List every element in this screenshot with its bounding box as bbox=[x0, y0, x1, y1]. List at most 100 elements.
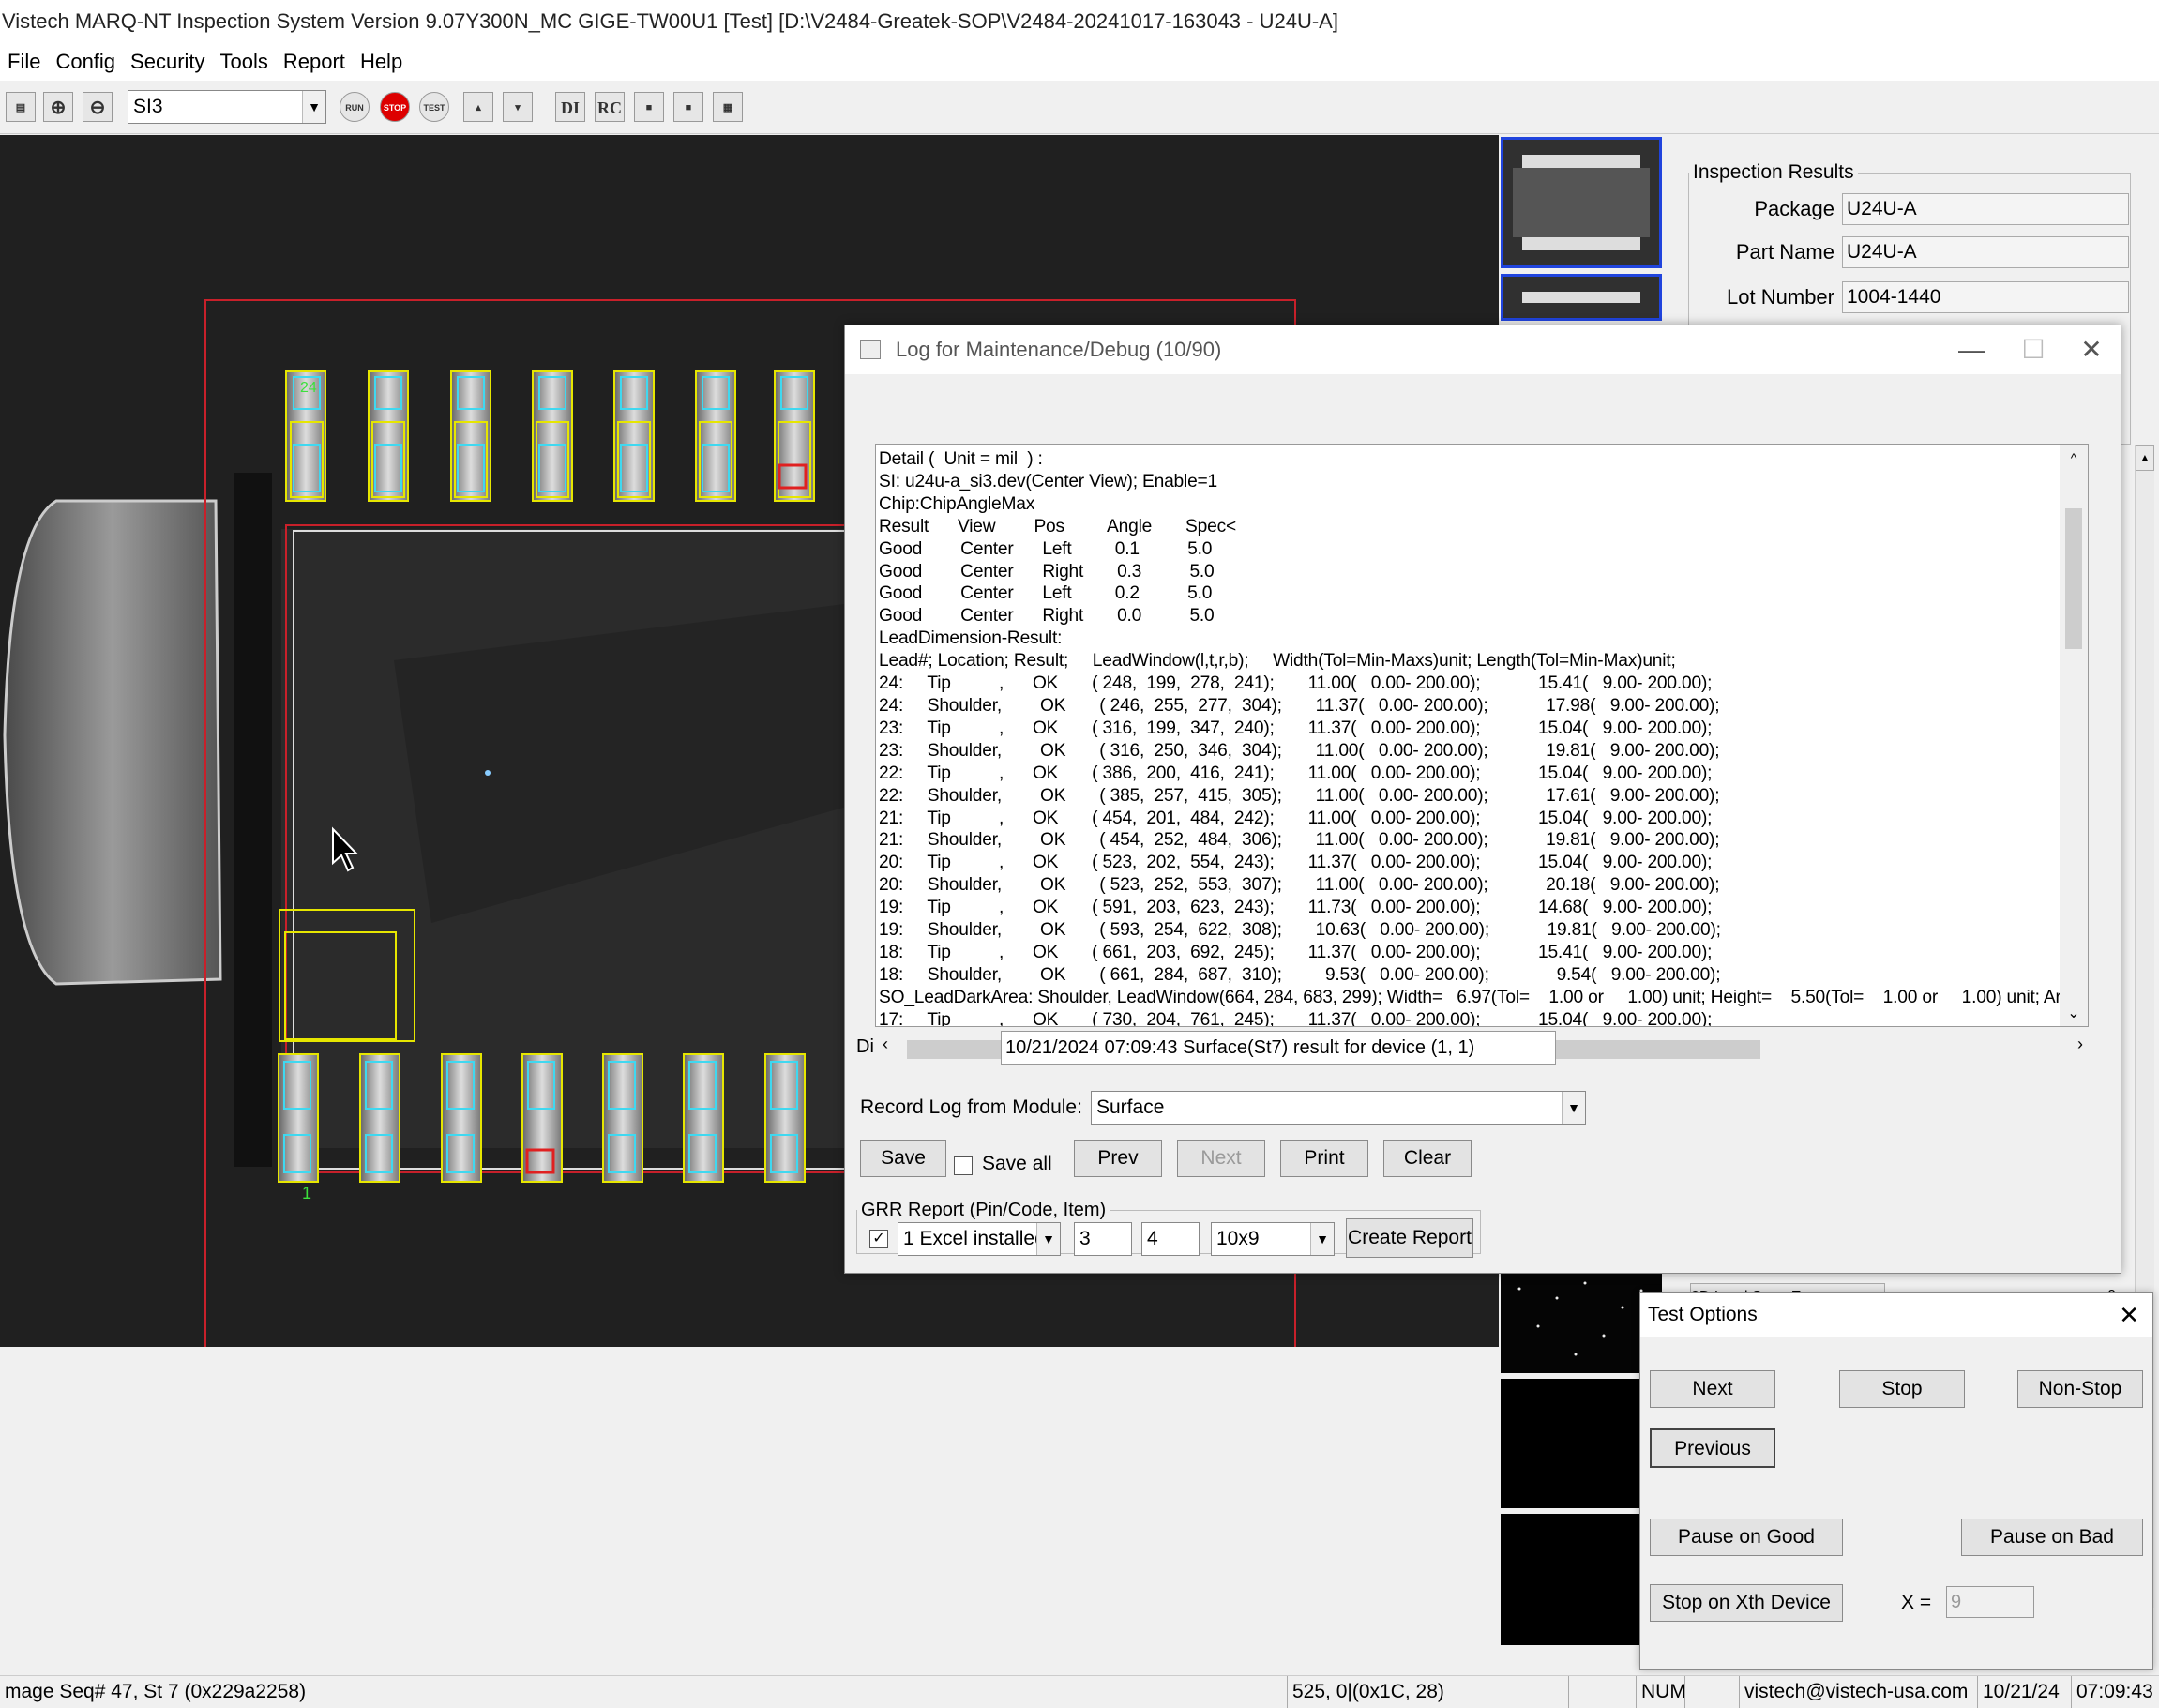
grr-pin-field[interactable]: 3 bbox=[1074, 1222, 1132, 1256]
log-title: Log for Maintenance/Debug (10/90) bbox=[896, 338, 1222, 361]
status-seq: mage Seq# 47, St 7 (0x229a2258) bbox=[5, 1681, 307, 1702]
log-text-area[interactable]: Detail ( Unit = mil ) : SI: u24u-a_si3.d… bbox=[875, 444, 2089, 1027]
status-email: vistech@vistech-usa.com bbox=[1739, 1676, 1977, 1708]
excel-select[interactable]: 1 Excel installed ▼ bbox=[898, 1222, 1061, 1256]
test-next-button[interactable]: Next bbox=[1650, 1370, 1775, 1408]
hscroll-prefix: Di bbox=[856, 1036, 874, 1057]
record-module-value: Surface bbox=[1096, 1096, 1165, 1118]
status-num: NUM bbox=[1636, 1676, 1686, 1708]
save-all-checkbox[interactable] bbox=[954, 1156, 973, 1175]
calibrate-icon[interactable]: ▦ bbox=[713, 92, 743, 122]
run-icon[interactable]: RUN bbox=[340, 92, 370, 122]
pause-on-good-button[interactable]: Pause on Good bbox=[1650, 1519, 1843, 1556]
log-lines: Detail ( Unit = mil ) : SI: u24u-a_si3.d… bbox=[879, 449, 2072, 1027]
test-stop-button[interactable]: Stop bbox=[1839, 1370, 1965, 1408]
zoom-in-icon[interactable]: ⊕ bbox=[43, 92, 73, 122]
load-icon[interactable]: ▴ bbox=[463, 92, 493, 122]
lead-label-bottom: 1 bbox=[302, 1184, 311, 1202]
log-scroll-thumb[interactable] bbox=[2065, 508, 2082, 649]
scroll-up-icon[interactable]: ^ bbox=[2060, 450, 2088, 465]
zoom-out-icon[interactable]: ⊖ bbox=[83, 92, 113, 122]
scroll-up-icon[interactable]: ▲ bbox=[2136, 445, 2154, 471]
status-empty-2 bbox=[1684, 1676, 1739, 1708]
image-background bbox=[0, 1347, 1501, 1675]
save-all-label: Save all bbox=[982, 1153, 1052, 1174]
print-button[interactable]: Print bbox=[1280, 1140, 1368, 1177]
prev-button[interactable]: Prev bbox=[1074, 1140, 1162, 1177]
x-value-field[interactable]: 9 bbox=[1946, 1586, 2034, 1618]
lead-label-top: 24 bbox=[300, 380, 317, 396]
create-report-button[interactable]: Create Report bbox=[1346, 1218, 1473, 1258]
thumbnail-4[interactable] bbox=[1501, 1379, 1662, 1508]
x-label: X = bbox=[1901, 1592, 1932, 1613]
view-icon[interactable]: ■ bbox=[634, 92, 664, 122]
scroll-down-icon[interactable]: ⌄ bbox=[2060, 1004, 2088, 1022]
open-icon[interactable]: ▤ bbox=[6, 92, 36, 122]
log-window: Log for Maintenance/Debug (10/90) — ☐ ✕ … bbox=[844, 325, 2121, 1274]
chevron-down-icon: ▼ bbox=[1036, 1223, 1060, 1255]
record-log-label: Record Log from Module: bbox=[860, 1096, 1082, 1118]
stop-icon[interactable]: STOP bbox=[380, 92, 410, 122]
maximize-icon[interactable]: ☐ bbox=[2000, 325, 2066, 374]
lot-number-field: 1004-1440 bbox=[1842, 281, 2129, 313]
test-nonstop-button[interactable]: Non-Stop bbox=[2017, 1370, 2143, 1408]
test-icon[interactable]: TEST bbox=[419, 92, 449, 122]
status-coords: 525, 0|(0x1C, 28) bbox=[1287, 1676, 1568, 1708]
scroll-right-icon[interactable]: › bbox=[2077, 1035, 2083, 1054]
thumbnail-1[interactable] bbox=[1501, 137, 1662, 268]
window-title: Vistech MARQ-NT Inspection System Versio… bbox=[0, 0, 2159, 43]
log-vertical-scrollbar[interactable]: ^ ⌄ bbox=[2060, 445, 2088, 1026]
next-button[interactable]: Next bbox=[1177, 1140, 1265, 1177]
lot-number-label: Lot Number bbox=[1727, 285, 1834, 309]
menu-help[interactable]: Help bbox=[353, 43, 410, 81]
thumbnail-3[interactable] bbox=[1501, 1270, 1662, 1373]
test-previous-button[interactable]: Previous bbox=[1650, 1428, 1775, 1468]
scroll-left-icon[interactable]: ‹ bbox=[883, 1035, 888, 1054]
rc-icon[interactable]: RC bbox=[595, 92, 625, 122]
package-label: Package bbox=[1754, 197, 1834, 220]
test-options-title: Test Options bbox=[1648, 1304, 1758, 1325]
station-select[interactable]: SI3 ▼ bbox=[128, 90, 326, 124]
menu-tools[interactable]: Tools bbox=[213, 43, 276, 81]
log-tooltip: 10/21/2024 07:09:43 Surface(St7) result … bbox=[1001, 1031, 1556, 1065]
close-icon[interactable]: ✕ bbox=[2059, 325, 2124, 374]
di-icon[interactable]: DI bbox=[555, 92, 585, 122]
chevron-down-icon: ▼ bbox=[302, 91, 325, 123]
status-bar: mage Seq# 47, St 7 (0x229a2258) 525, 0|(… bbox=[0, 1675, 2159, 1708]
clear-button[interactable]: Clear bbox=[1383, 1140, 1472, 1177]
menu-report[interactable]: Report bbox=[276, 43, 353, 81]
part-name-label: Part Name bbox=[1735, 240, 1834, 264]
window-icon bbox=[860, 340, 881, 359]
excel-value: 1 Excel installed bbox=[903, 1228, 1046, 1249]
menu-config[interactable]: Config bbox=[48, 43, 123, 81]
thumbnail-1-image bbox=[1503, 140, 1659, 265]
grr-report-legend: GRR Report (Pin/Code, Item) bbox=[861, 1200, 1107, 1220]
grr-item-field[interactable]: 4 bbox=[1141, 1222, 1200, 1256]
test-options-dialog: Test Options ✕ Next Stop Non-Stop Previo… bbox=[1639, 1292, 2153, 1670]
inspection-results-legend: Inspection Results bbox=[1693, 161, 1854, 183]
grr-size-select[interactable]: 10x9 ▼ bbox=[1211, 1222, 1335, 1256]
record-module-select[interactable]: Surface ▼ bbox=[1091, 1091, 1586, 1125]
save-button[interactable]: Save bbox=[860, 1140, 946, 1177]
menu-security[interactable]: Security bbox=[123, 43, 212, 81]
save-icon[interactable]: ▾ bbox=[503, 92, 533, 122]
grr-checkbox[interactable]: ✓ bbox=[869, 1230, 888, 1248]
thumbnail-2[interactable] bbox=[1501, 274, 1662, 321]
thumbnail-2-image bbox=[1503, 277, 1659, 318]
view2-icon[interactable]: ■ bbox=[673, 92, 703, 122]
status-date: 10/21/24 bbox=[1977, 1676, 2071, 1708]
status-empty bbox=[1568, 1676, 1636, 1708]
thumbnail-5[interactable] bbox=[1501, 1514, 1662, 1645]
chevron-down-icon: ▼ bbox=[1562, 1092, 1585, 1124]
pause-on-bad-button[interactable]: Pause on Bad bbox=[1961, 1519, 2143, 1556]
minimize-icon[interactable]: — bbox=[1939, 325, 2004, 374]
test-options-title-bar: Test Options ✕ bbox=[1640, 1293, 2152, 1337]
toolbar: ▤ ⊕ ⊖ SI3 ▼ RUN STOP TEST ▴ ▾ DI RC ■ ■ … bbox=[0, 81, 2159, 134]
chevron-down-icon: ▼ bbox=[1310, 1223, 1334, 1255]
menu-file[interactable]: File bbox=[0, 43, 48, 81]
status-time: 07:09:43 bbox=[2071, 1676, 2159, 1708]
log-title-bar: Log for Maintenance/Debug (10/90) — ☐ ✕ bbox=[845, 325, 2121, 374]
close-icon[interactable]: ✕ bbox=[2119, 1293, 2139, 1337]
menu-bar: File Config Security Tools Report Help bbox=[0, 43, 2159, 81]
stop-on-xth-button[interactable]: Stop on Xth Device bbox=[1650, 1584, 1843, 1622]
